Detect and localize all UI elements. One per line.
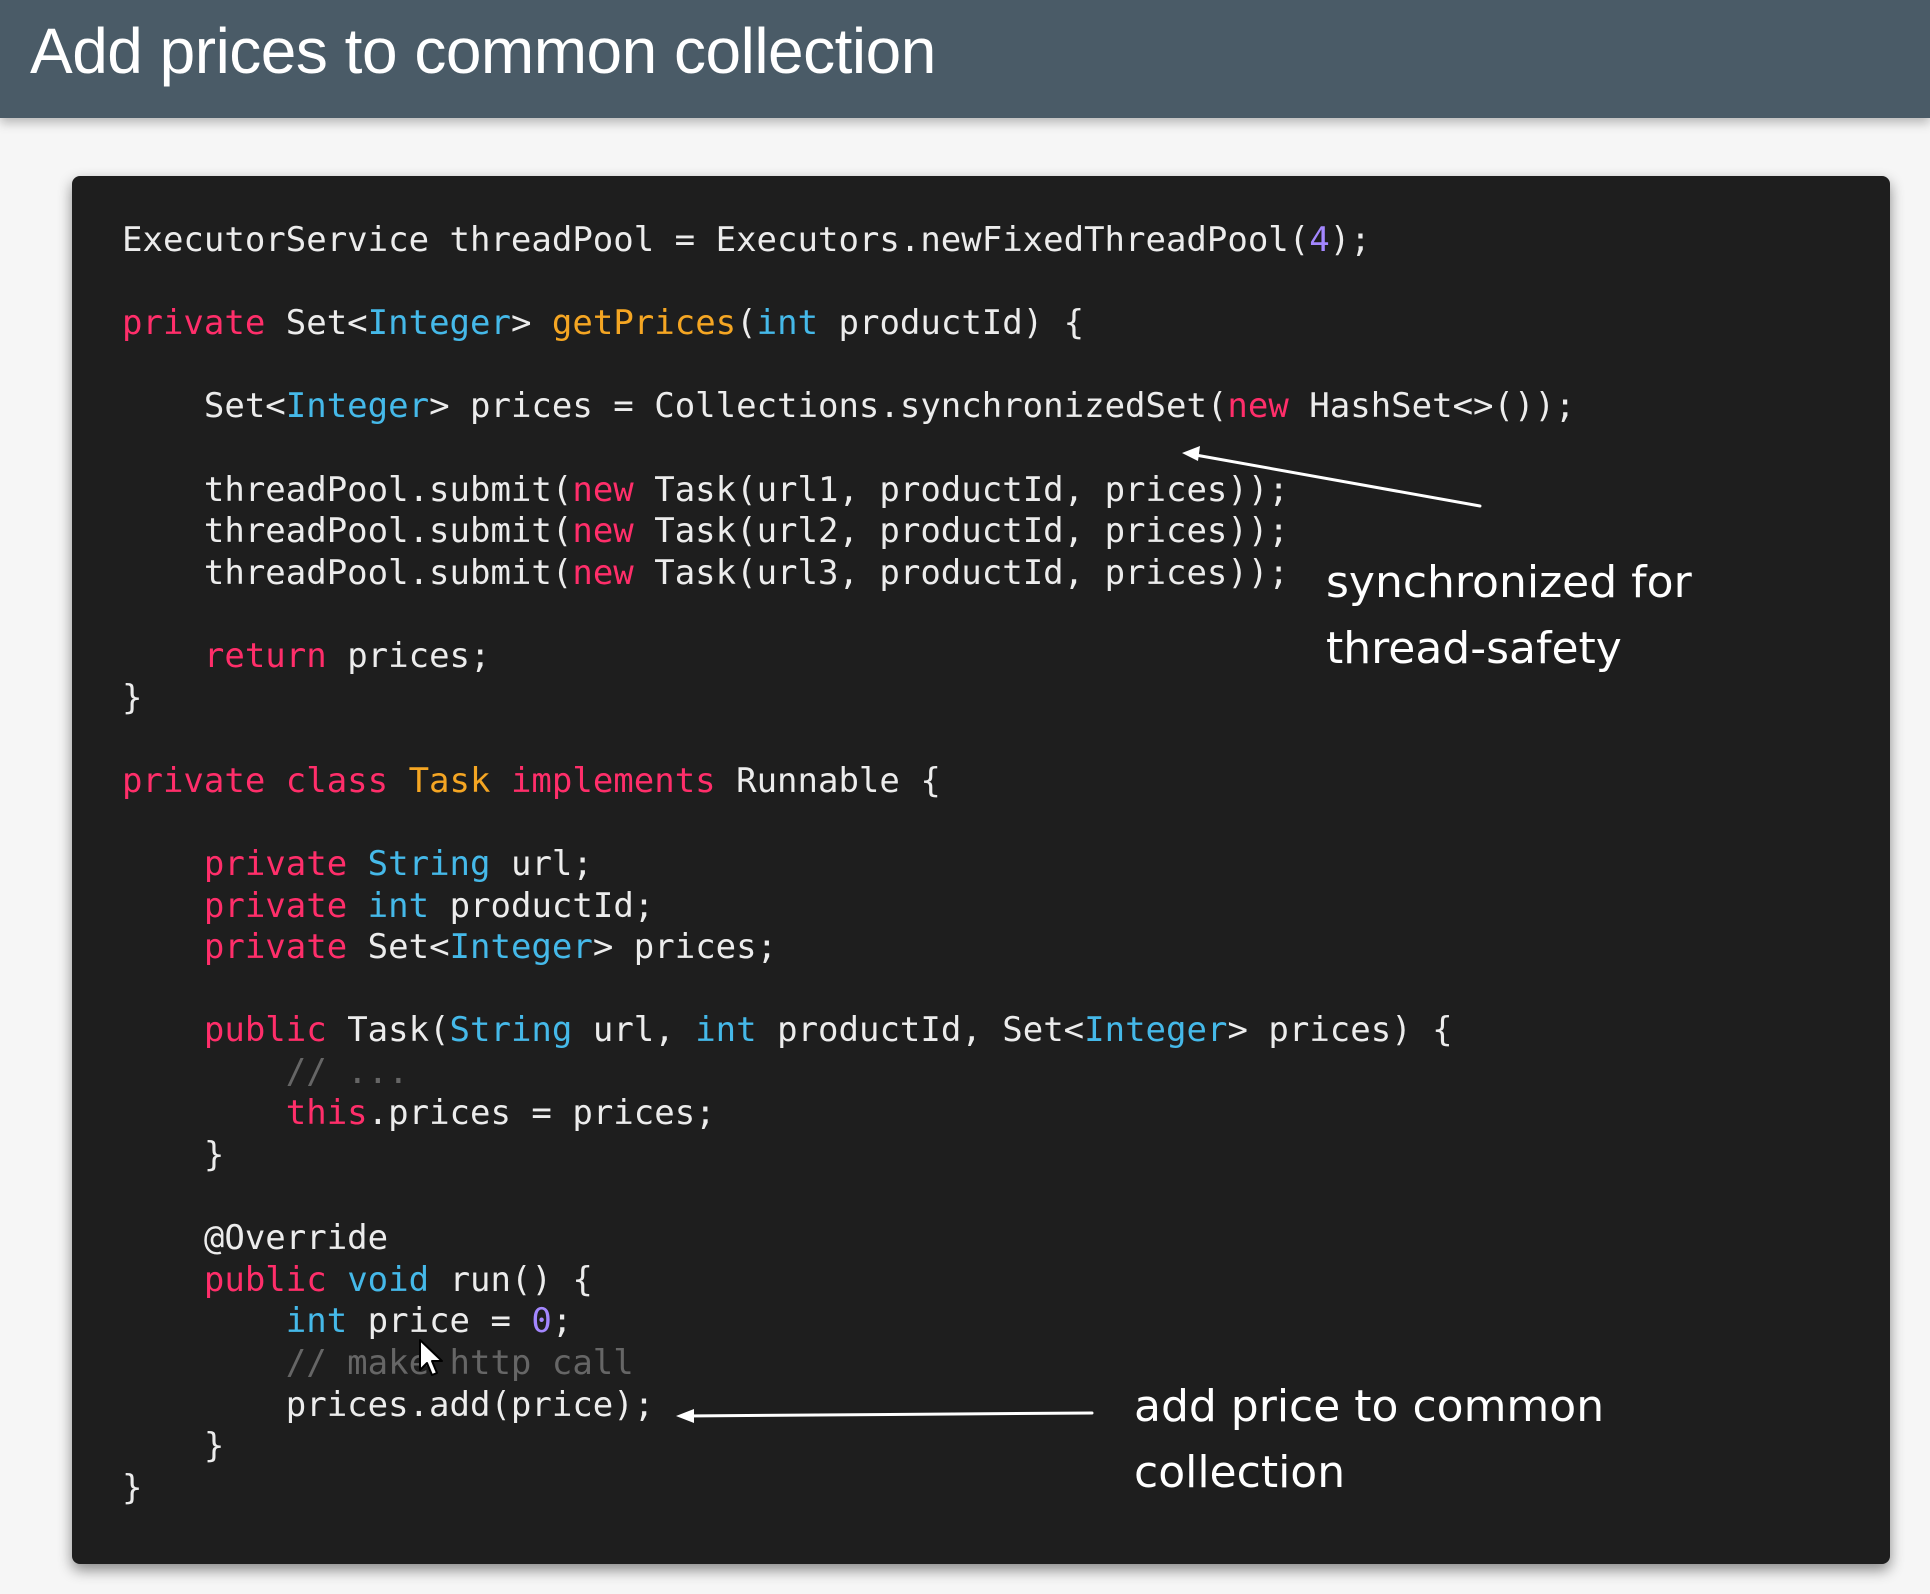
add-annotation-line-1: add price to common [1134,1381,1605,1432]
slide-title: Add prices to common collection [30,15,936,87]
code-panel: ExecutorService threadPool = Executors.n… [72,176,1890,1564]
sync-arrow [1182,446,1482,508]
add-annotation-line-2: collection [1134,1447,1346,1498]
add-arrow [676,1409,1094,1423]
add-annotation: add price to common collection [1134,1374,1604,1506]
mouse-cursor-icon [419,1339,443,1376]
sync-annotation-line-2: thread-safety [1326,623,1622,674]
slide-header: Add prices to common collection [0,0,1930,118]
annotation-arrows [676,446,1482,1423]
sync-annotation-line-1: synchronized for [1326,557,1692,608]
sync-annotation: synchronized for thread-safety [1326,550,1692,682]
